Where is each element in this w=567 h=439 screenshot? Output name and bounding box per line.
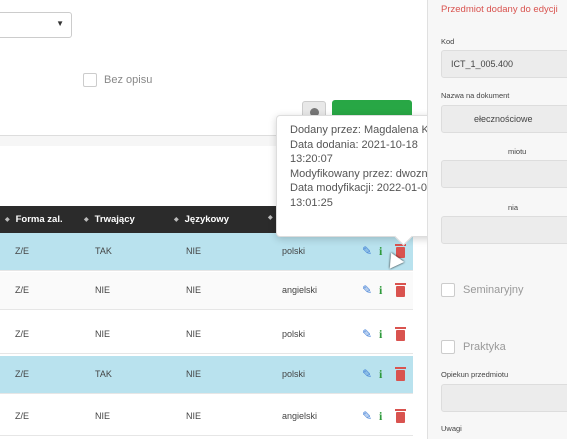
cell-trwajacy: NIE (95, 411, 111, 421)
cell-trwajacy: NIE (95, 329, 111, 339)
edit-icon[interactable]: ✎ (362, 327, 373, 341)
delete-icon[interactable] (395, 282, 406, 297)
kod-label: Kod (441, 37, 455, 46)
field3-label: miotu (508, 147, 527, 156)
chevron-down-icon: ▼ (56, 19, 64, 28)
column-header-trwajacy[interactable]: ◆ Trwający (84, 214, 135, 225)
cell-jezyk: angielski (282, 285, 318, 295)
uwagi-label: Uwagi (441, 424, 462, 433)
delete-icon[interactable] (395, 366, 406, 381)
row-actions: ✎ i (362, 408, 406, 423)
filter-select[interactable]: ▼ (0, 12, 72, 38)
cell-jezykowy: NIE (186, 329, 202, 339)
info-icon[interactable]: i (379, 283, 390, 297)
cell-forma: Z/E (15, 246, 30, 256)
edit-sidebar: Przedmiot dodany do edycji Kod ICT_1_005… (427, 0, 567, 439)
cell-jezykowy: NIE (186, 246, 202, 256)
nazwa-field[interactable]: ełecznościowe (441, 105, 567, 133)
column-header-jezykowy[interactable]: ◆ Językowy (174, 214, 229, 225)
field4-label: nia (508, 203, 519, 212)
cell-trwajacy: NIE (95, 285, 111, 295)
table-row[interactable]: Z/E NIE NIE angielski ✎ i (0, 398, 413, 436)
column-header-forma[interactable]: ◆ Forma zal. (5, 214, 63, 225)
edit-icon[interactable]: ✎ (362, 409, 373, 423)
praktyka-label: Praktyka (463, 341, 506, 353)
table-row[interactable]: Z/E NIE NIE angielski ✎ i (0, 272, 413, 310)
nazwa-label: Nazwa na dokument (441, 91, 510, 100)
seminaryjny-label: Seminaryjny (463, 284, 524, 296)
sort-icon: ◆ (84, 217, 89, 223)
table-row[interactable]: Z/E NIE NIE polski ✎ i (0, 316, 413, 354)
edit-icon[interactable]: ✎ (362, 244, 373, 258)
cell-trwajacy: TAK (95, 246, 112, 256)
cell-jezykowy: NIE (186, 411, 202, 421)
edit-notice: Przedmiot dodany do edycji (441, 4, 558, 15)
row-actions: ✎ i (362, 326, 406, 341)
row-actions: ✎ i (362, 366, 406, 381)
cell-forma: Z/E (15, 285, 30, 295)
edit-icon[interactable]: ✎ (362, 367, 373, 381)
cell-forma: Z/E (15, 411, 30, 421)
info-icon[interactable]: i (379, 409, 390, 423)
opiekun-field[interactable] (441, 384, 567, 412)
bez-opisu-checkbox[interactable] (83, 73, 97, 87)
cell-jezyk: polski (282, 369, 306, 379)
delete-icon[interactable] (395, 326, 406, 341)
cell-forma: Z/E (15, 329, 30, 339)
field3-input[interactable] (441, 160, 567, 188)
table-row[interactable]: Z/E TAK NIE polski ✎ i (0, 233, 413, 271)
sort-icon: ◆ (268, 215, 273, 221)
cell-jezyk: polski (282, 246, 306, 256)
cell-jezykowy: NIE (186, 285, 202, 295)
edit-icon[interactable]: ✎ (362, 283, 373, 297)
cell-jezykowy: NIE (186, 369, 202, 379)
info-icon[interactable]: i (379, 327, 390, 341)
info-icon[interactable]: i (379, 367, 390, 381)
kod-field[interactable]: ICT_1_005.400 (441, 50, 567, 78)
cell-jezyk: polski (282, 329, 306, 339)
cell-forma: Z/E (15, 369, 30, 379)
table-row[interactable]: Z/E TAK NIE polski ✎ i (0, 356, 413, 394)
opiekun-label: Opiekun przedmiotu (441, 370, 509, 379)
cell-jezyk: angielski (282, 411, 318, 421)
sort-icon: ◆ (174, 217, 179, 223)
seminaryjny-checkbox[interactable] (441, 283, 455, 297)
praktyka-checkbox[interactable] (441, 340, 455, 354)
delete-icon[interactable] (395, 408, 406, 423)
field4-input[interactable] (441, 216, 567, 244)
sort-icon: ◆ (5, 217, 10, 223)
cell-trwajacy: TAK (95, 369, 112, 379)
bez-opisu-label: Bez opisu (104, 74, 153, 86)
row-actions: ✎ i (362, 282, 406, 297)
